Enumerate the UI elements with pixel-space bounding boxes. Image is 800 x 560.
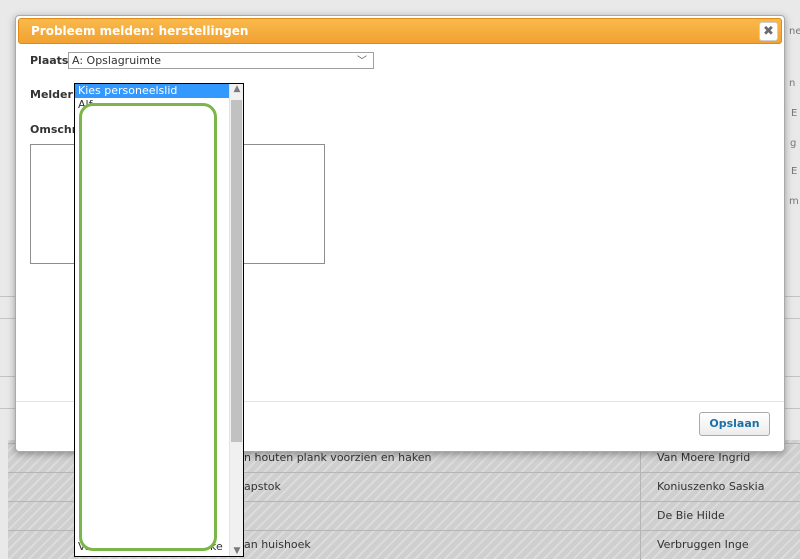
plaats-select-value: A: Opslagruimte [72, 54, 162, 67]
table-cell-person: De Bie Hilde [640, 502, 800, 531]
table-cell-person: Koniuszenko Saskia [640, 473, 800, 502]
dialog-title: Probleem melden: herstellingen [31, 24, 249, 38]
redaction-highlight-box [79, 103, 217, 551]
melder-label: Melder: [30, 88, 78, 101]
plaats-select[interactable]: A: Opslagruimte ﹀ [68, 52, 374, 69]
table-cell-description: apstok [244, 480, 281, 493]
omschrijving-label: Omschr [30, 123, 78, 136]
chevron-down-icon: ﹀ [357, 56, 367, 67]
bg-text-fragment: E [791, 166, 798, 177]
scroll-up-icon[interactable]: ▲ [230, 84, 243, 94]
plaats-label: Plaats: [30, 54, 73, 67]
close-icon: ✖ [763, 24, 774, 39]
table-cell-person: Verbruggen Inge [640, 531, 800, 560]
bg-text-fragment: m [789, 196, 799, 207]
close-button[interactable]: ✖ [759, 22, 778, 41]
save-button[interactable]: Opslaan [699, 412, 770, 436]
bg-text-fragment: ne [789, 26, 800, 37]
table-cell-description: n houten plank voorzien en haken [244, 451, 432, 464]
scroll-down-icon[interactable]: ▼ [230, 546, 243, 556]
dropdown-option-selected[interactable]: Kies personeelslid [75, 84, 229, 98]
dropdown-scrollbar[interactable]: ▲ ▼ [229, 84, 243, 556]
table-cell-description: an huishoek [244, 538, 311, 551]
dialog-titlebar: Probleem melden: herstellingen ✖ [18, 18, 782, 44]
bg-text-fragment: E [791, 108, 798, 119]
bg-text-fragment: n [789, 78, 796, 89]
bg-text-fragment: g [790, 138, 797, 149]
scrollbar-thumb[interactable] [231, 100, 242, 442]
